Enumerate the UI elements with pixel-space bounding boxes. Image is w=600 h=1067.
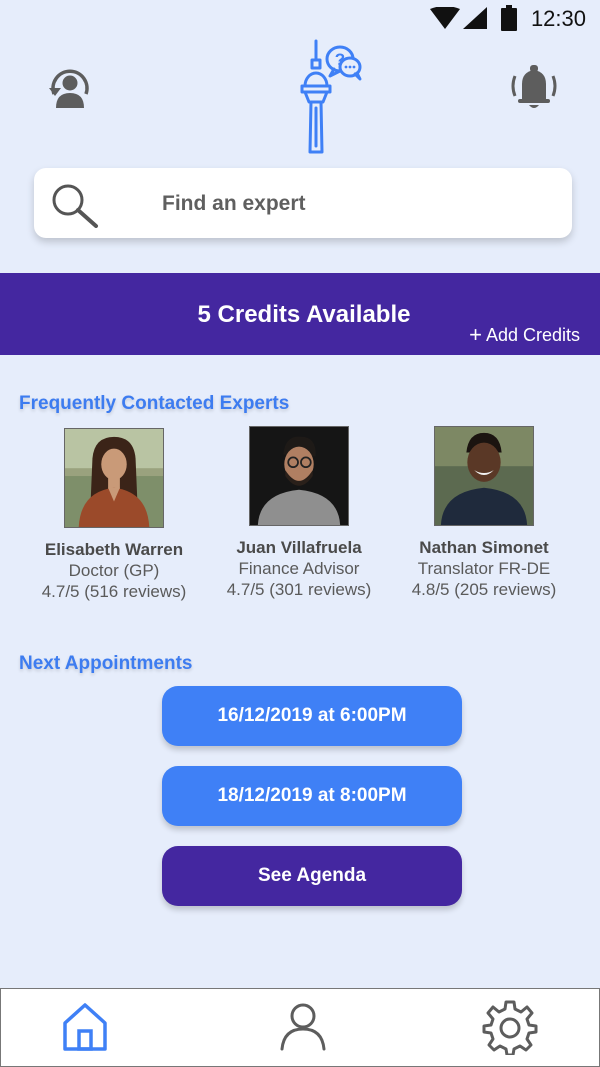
expert-photo[interactable]	[249, 426, 349, 526]
expert-name: Elisabeth Warren	[44, 540, 184, 559]
tower-question-logo: ?	[300, 39, 362, 154]
appointment-button[interactable]: 18/12/2019 at 8:00PM	[162, 766, 462, 826]
home-icon[interactable]	[62, 1001, 108, 1053]
expert-name: Juan Villafruela	[236, 538, 362, 557]
expert-photo[interactable]	[64, 428, 164, 528]
add-credits-button[interactable]: + Add Credits	[469, 322, 580, 348]
status-time: 12:30	[530, 6, 586, 31]
battery-icon	[501, 5, 517, 31]
expert-role: Finance Advisor	[238, 559, 360, 578]
expert-rating: 4.7/5 (516 reviews)	[41, 582, 187, 601]
plus-icon: +	[469, 322, 482, 347]
see-agenda-button[interactable]: See Agenda	[162, 846, 462, 906]
bell-icon[interactable]	[508, 62, 560, 112]
add-credits-label: Add Credits	[485, 325, 580, 345]
expert-card[interactable]: Juan Villafruela Finance Advisor 4.7/5 (…	[207, 426, 391, 600]
status-bar: 12:30	[0, 0, 600, 40]
person-icon[interactable]	[279, 1001, 327, 1053]
search-icon[interactable]	[50, 182, 100, 228]
bottom-navigation	[0, 988, 600, 1067]
search-bar[interactable]	[34, 168, 572, 238]
gear-icon[interactable]	[482, 999, 538, 1055]
experts-section-title: Frequently Contacted Experts	[19, 393, 290, 414]
expert-card[interactable]: Nathan Simonet Translator FR-DE 4.8/5 (2…	[392, 426, 576, 600]
expert-rating: 4.7/5 (301 reviews)	[226, 580, 372, 599]
wifi-icon	[430, 7, 460, 29]
experts-list: Elisabeth Warren Doctor (GP) 4.7/5 (516 …	[0, 426, 600, 608]
expert-role: Translator FR-DE	[417, 559, 551, 578]
expert-rating: 4.8/5 (205 reviews)	[411, 580, 557, 599]
appointments-section-title: Next Appointments	[19, 653, 193, 674]
expert-role: Doctor (GP)	[68, 561, 160, 580]
appointment-button[interactable]: 16/12/2019 at 6:00PM	[162, 686, 462, 746]
search-input[interactable]	[160, 186, 544, 222]
expert-photo[interactable]	[434, 426, 534, 526]
svg-text:?: ?	[335, 50, 345, 69]
account-circle-icon[interactable]	[46, 64, 94, 112]
expert-name: Nathan Simonet	[419, 538, 549, 557]
credits-banner: 5 Credits Available + Add Credits	[0, 273, 600, 355]
cellular-signal-icon	[463, 7, 487, 29]
expert-card[interactable]: Elisabeth Warren Doctor (GP) 4.7/5 (516 …	[22, 428, 206, 602]
